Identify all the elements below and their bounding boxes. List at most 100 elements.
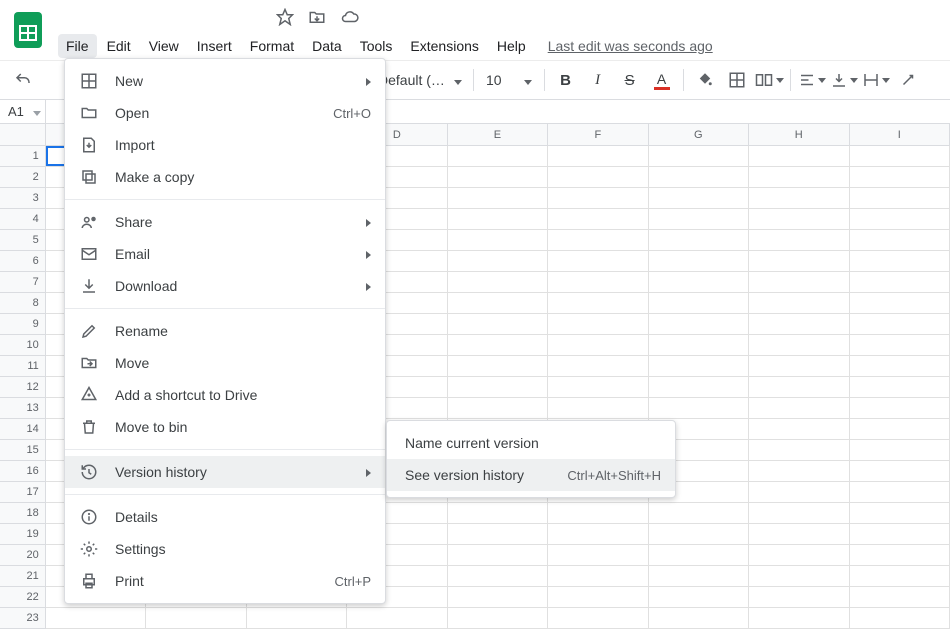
cell[interactable] [749, 335, 849, 356]
menu-extensions[interactable]: Extensions [402, 34, 486, 58]
undo-button[interactable] [8, 65, 38, 95]
col-header[interactable]: H [749, 124, 849, 145]
cell[interactable] [448, 377, 548, 398]
row-header[interactable]: 1 [0, 146, 46, 167]
cell[interactable] [548, 566, 648, 587]
cell[interactable] [548, 251, 648, 272]
cell[interactable] [749, 314, 849, 335]
cell[interactable] [749, 440, 849, 461]
cell[interactable] [850, 440, 950, 461]
menu-item-download[interactable]: Download [65, 270, 385, 302]
cell[interactable] [850, 545, 950, 566]
cell[interactable] [448, 209, 548, 230]
cell[interactable] [850, 251, 950, 272]
row-header[interactable]: 16 [0, 461, 46, 482]
menu-item-share[interactable]: Share [65, 206, 385, 238]
menu-item-rename[interactable]: Rename [65, 315, 385, 347]
cell[interactable] [548, 356, 648, 377]
menu-file[interactable]: File [58, 34, 97, 58]
cell[interactable] [749, 524, 849, 545]
cell[interactable] [850, 461, 950, 482]
menu-data[interactable]: Data [304, 34, 350, 58]
cell[interactable] [749, 209, 849, 230]
row-header[interactable]: 23 [0, 608, 46, 629]
row-header[interactable]: 14 [0, 419, 46, 440]
menu-item-print[interactable]: Print Ctrl+P [65, 565, 385, 597]
cell[interactable] [548, 293, 648, 314]
cell[interactable] [548, 335, 648, 356]
cell[interactable] [649, 566, 749, 587]
row-header[interactable]: 17 [0, 482, 46, 503]
row-header[interactable]: 10 [0, 335, 46, 356]
cell[interactable] [649, 209, 749, 230]
cell[interactable] [850, 608, 950, 629]
menu-view[interactable]: View [141, 34, 187, 58]
row-header[interactable]: 9 [0, 314, 46, 335]
cell[interactable] [749, 503, 849, 524]
cell[interactable] [850, 377, 950, 398]
cell[interactable] [448, 587, 548, 608]
borders-button[interactable] [722, 65, 752, 95]
row-header[interactable]: 2 [0, 167, 46, 188]
cell[interactable] [548, 314, 648, 335]
row-header[interactable]: 8 [0, 293, 46, 314]
cell[interactable] [850, 419, 950, 440]
strikethrough-button[interactable]: S [615, 65, 645, 95]
cell[interactable] [448, 272, 548, 293]
cell[interactable] [850, 209, 950, 230]
cell[interactable] [548, 398, 648, 419]
cell[interactable] [448, 398, 548, 419]
menu-item-open[interactable]: Open Ctrl+O [65, 97, 385, 129]
submenu-item-name-current[interactable]: Name current version [387, 427, 675, 459]
menu-item-details[interactable]: Details [65, 501, 385, 533]
menu-item-import[interactable]: Import [65, 129, 385, 161]
cell[interactable] [850, 503, 950, 524]
cell[interactable] [649, 587, 749, 608]
cell[interactable] [548, 230, 648, 251]
cell[interactable] [850, 188, 950, 209]
menu-format[interactable]: Format [242, 34, 302, 58]
cell[interactable] [649, 335, 749, 356]
cell[interactable] [548, 146, 648, 167]
cell[interactable] [749, 608, 849, 629]
cell[interactable] [850, 335, 950, 356]
cell[interactable] [850, 272, 950, 293]
cell[interactable] [649, 272, 749, 293]
cell[interactable] [46, 608, 146, 629]
row-header[interactable]: 7 [0, 272, 46, 293]
cell[interactable] [649, 503, 749, 524]
cell[interactable] [448, 188, 548, 209]
cell[interactable] [548, 524, 648, 545]
row-header[interactable]: 19 [0, 524, 46, 545]
cell[interactable] [448, 146, 548, 167]
menu-item-make-copy[interactable]: Make a copy [65, 161, 385, 193]
cell[interactable] [749, 272, 849, 293]
row-header[interactable]: 6 [0, 251, 46, 272]
sheets-logo-icon[interactable] [8, 6, 48, 54]
text-wrap-button[interactable] [861, 65, 891, 95]
col-header[interactable]: G [649, 124, 749, 145]
cell[interactable] [749, 419, 849, 440]
cell[interactable] [448, 608, 548, 629]
cell[interactable] [850, 293, 950, 314]
cell[interactable] [649, 230, 749, 251]
cell[interactable] [649, 146, 749, 167]
cell[interactable] [850, 356, 950, 377]
cell[interactable] [749, 398, 849, 419]
cell[interactable] [749, 461, 849, 482]
cell[interactable] [448, 167, 548, 188]
row-header[interactable]: 20 [0, 545, 46, 566]
cell[interactable] [448, 545, 548, 566]
row-header[interactable]: 15 [0, 440, 46, 461]
cell[interactable] [649, 293, 749, 314]
row-header[interactable]: 21 [0, 566, 46, 587]
cell[interactable] [548, 188, 648, 209]
cell[interactable] [850, 314, 950, 335]
cell[interactable] [749, 587, 849, 608]
cell[interactable] [649, 524, 749, 545]
cell[interactable] [749, 377, 849, 398]
font-selector[interactable]: Default (Arial) [373, 67, 467, 93]
cell[interactable] [548, 272, 648, 293]
select-all-corner[interactable] [0, 124, 46, 145]
font-size-selector[interactable]: 10 [480, 67, 538, 93]
